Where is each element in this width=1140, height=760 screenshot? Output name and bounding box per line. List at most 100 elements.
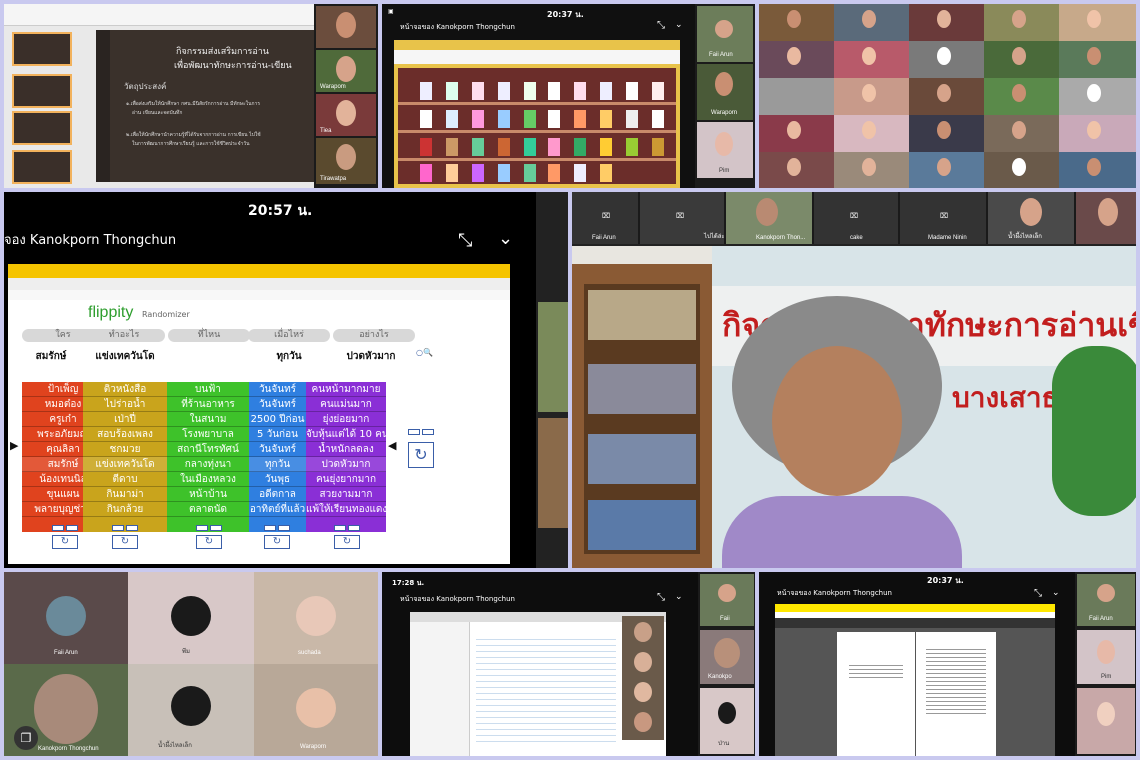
gallery-tile[interactable] <box>1059 78 1136 115</box>
spin-column-button[interactable]: ↻ <box>52 535 78 549</box>
slide-thumbnail-3[interactable] <box>12 111 72 145</box>
gallery-tile[interactable] <box>834 41 909 78</box>
gallery-tile[interactable] <box>759 115 834 152</box>
up-button[interactable] <box>196 525 208 531</box>
participant-name: Tiea <box>320 128 332 134</box>
participant-tile[interactable]: ⌧ Faii Arun <box>572 192 638 244</box>
participant-tile[interactable]: Pim <box>697 122 753 178</box>
gallery-tile[interactable] <box>984 4 1059 41</box>
gallery-tile[interactable] <box>759 4 834 41</box>
spin-column-button[interactable]: ↻ <box>334 535 360 549</box>
participant-tile[interactable] <box>538 302 568 412</box>
spin-all-button[interactable]: ↻ <box>408 442 434 468</box>
participant-tile[interactable] <box>538 418 568 528</box>
participant-tile[interactable] <box>316 6 376 48</box>
participant-tile[interactable]: Faii Arun <box>1077 574 1135 626</box>
gallery-tile[interactable] <box>909 41 984 78</box>
column-item: คนแม่นมาก <box>306 397 386 412</box>
copy-icon[interactable]: ❐ <box>14 726 38 750</box>
collapse-icon[interactable]: ⤡ <box>657 592 665 603</box>
participant-tile[interactable]: ⌧ ไปได้ล่ะ <box>640 192 724 244</box>
participant-tile[interactable]: Warapom <box>316 50 376 92</box>
gallery-tile[interactable] <box>1059 41 1136 78</box>
column-when[interactable]: วันจันทร์ วันจันทร์ 2500 ปีก่อน 5 วันก่อ… <box>249 382 306 532</box>
participant-tile[interactable]: พีม <box>128 572 254 664</box>
participant-tile[interactable]: Waraporn <box>697 64 753 120</box>
gallery-tile[interactable] <box>834 115 909 152</box>
gallery-tile[interactable] <box>984 41 1059 78</box>
chevron-down-icon[interactable]: ⌄ <box>675 592 683 602</box>
up-button[interactable] <box>408 429 420 435</box>
participant-tile[interactable] <box>1076 192 1136 244</box>
browser-window: flippity Randomizer ใคร ทำอะไร ที่ไหน เม… <box>8 264 510 564</box>
participant-tile[interactable]: Tirawatpa <box>316 138 376 184</box>
column-item: ตีดาบ <box>83 472 167 487</box>
gallery-tile[interactable] <box>909 152 984 188</box>
up-button[interactable] <box>334 525 346 531</box>
gallery-tile[interactable] <box>984 78 1059 115</box>
header-when[interactable]: เมื่อไหร่ <box>248 329 330 342</box>
participant-tile[interactable] <box>1077 688 1135 754</box>
spin-column-button[interactable]: ↻ <box>264 535 290 549</box>
collapse-icon[interactable]: ⤡ <box>657 20 665 31</box>
participant-name: Pim <box>1101 674 1112 680</box>
slide-thumbnail-1[interactable] <box>12 32 72 66</box>
column-where[interactable]: บนฟ้า ที่ร้านอาหาร ในสนาม โรงพยาบาล สถาน… <box>167 382 249 532</box>
spin-column-button[interactable]: ↻ <box>112 535 138 549</box>
participant-tile[interactable]: น้ำผึ้งไหลเล็ก <box>988 192 1074 244</box>
down-button[interactable] <box>348 525 360 531</box>
gallery-tile[interactable] <box>1059 4 1136 41</box>
participant-tile[interactable]: ⌧ Madame Ninin <box>900 192 986 244</box>
column-item: กินกล้วย <box>83 502 167 517</box>
up-button[interactable] <box>112 525 124 531</box>
participant-tile[interactable]: Waraporn <box>254 664 378 756</box>
up-button[interactable] <box>52 525 64 531</box>
zoom-icon[interactable]: ○🔍 <box>416 348 433 357</box>
participant-tile[interactable]: Faii Arun <box>697 6 753 62</box>
gallery-tile[interactable] <box>759 152 834 188</box>
participant-tile[interactable]: Faii Arun <box>4 572 128 664</box>
participant-tile[interactable]: Tiea <box>316 94 376 136</box>
gallery-tile[interactable] <box>909 4 984 41</box>
chevron-down-icon[interactable]: ⌄ <box>675 20 683 30</box>
column-what[interactable]: ติวหนังสือ ไปร่าอน้ำ เป่าปี่ สอบร้องเพลง… <box>83 382 167 532</box>
gallery-tile[interactable] <box>834 4 909 41</box>
gallery-tile[interactable] <box>909 115 984 152</box>
participant-tile[interactable]: ป่าน <box>700 688 754 754</box>
gallery-tile[interactable] <box>984 152 1059 188</box>
chevron-down-icon[interactable]: ⌄ <box>498 228 513 249</box>
column-how[interactable]: คนหน้ามากมาย คนแม่นมาก ยุ่งย่อยมาก จับหุ… <box>306 382 386 532</box>
gallery-tile[interactable] <box>1059 152 1136 188</box>
participant-tile[interactable]: น้ำผึ้งไหลเล็ก <box>128 664 254 756</box>
participant-tile[interactable]: suchada <box>254 572 378 664</box>
header-how[interactable]: อย่างไร <box>333 329 415 342</box>
header-where[interactable]: ที่ไหน <box>168 329 250 342</box>
participant-tile[interactable]: ⌧ cake <box>814 192 898 244</box>
arrow-left-icon: ◀ <box>388 439 397 452</box>
participant-tile[interactable]: Faii <box>700 574 754 626</box>
down-button[interactable] <box>126 525 138 531</box>
down-button[interactable] <box>66 525 78 531</box>
participant-tile[interactable]: Kanokpo <box>700 630 754 684</box>
down-button[interactable] <box>210 525 222 531</box>
header-what[interactable]: ทำอะไร <box>83 329 165 342</box>
chevron-down-icon[interactable]: ⌄ <box>1052 588 1060 598</box>
participant-tile[interactable]: Kanokporn Thon... <box>726 192 812 244</box>
meeting-owner-label: หน้าจอของ Kanokporn Thongchun <box>400 23 515 31</box>
down-button[interactable] <box>422 429 434 435</box>
gallery-tile[interactable] <box>909 78 984 115</box>
down-button[interactable] <box>278 525 290 531</box>
collapse-icon[interactable]: ⤡ <box>458 230 472 251</box>
gallery-tile[interactable] <box>759 78 834 115</box>
spin-column-button[interactable]: ↻ <box>196 535 222 549</box>
gallery-tile[interactable] <box>984 115 1059 152</box>
up-button[interactable] <box>264 525 276 531</box>
slide-thumbnail-2[interactable] <box>12 74 72 108</box>
gallery-tile[interactable] <box>834 78 909 115</box>
participant-tile[interactable]: Pim <box>1077 630 1135 684</box>
collapse-icon[interactable]: ⤡ <box>1034 588 1042 599</box>
gallery-tile[interactable] <box>1059 115 1136 152</box>
gallery-tile[interactable] <box>759 41 834 78</box>
gallery-tile[interactable] <box>834 152 909 188</box>
slide-thumbnail-4[interactable] <box>12 150 72 184</box>
